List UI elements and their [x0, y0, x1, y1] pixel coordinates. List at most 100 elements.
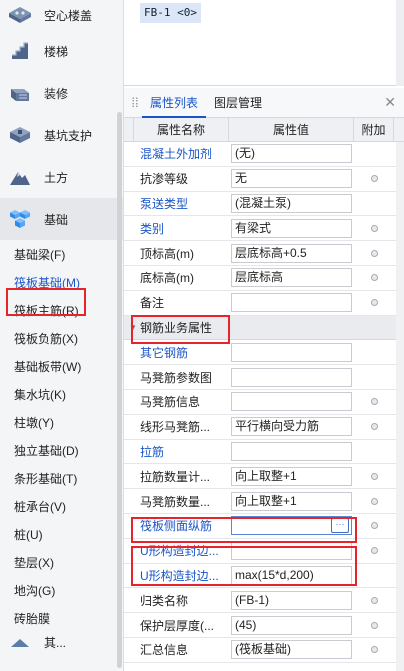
extra-checkbox-icon[interactable]: [370, 472, 378, 480]
property-extra-cell[interactable]: [354, 241, 394, 265]
category-earthwork[interactable]: 土方: [0, 156, 123, 198]
tab-layer-management[interactable]: 图层管理: [206, 88, 270, 118]
property-extra-cell[interactable]: [354, 564, 394, 588]
extra-checkbox-icon[interactable]: [370, 497, 378, 505]
property-name[interactable]: U形构造封边...: [134, 539, 229, 563]
extra-checkbox-icon[interactable]: [370, 398, 378, 406]
extra-checkbox-icon[interactable]: [370, 224, 378, 232]
property-row[interactable]: 马凳筋参数图: [124, 365, 404, 390]
property-name[interactable]: 泵送类型: [134, 192, 229, 216]
category-stairs[interactable]: 楼梯: [0, 30, 123, 72]
property-extra-cell[interactable]: [354, 167, 394, 191]
top-scrollbar[interactable]: [396, 0, 404, 86]
property-value-field[interactable]: [231, 441, 352, 461]
property-extra-cell[interactable]: [354, 588, 394, 612]
extra-checkbox-icon[interactable]: [370, 596, 378, 604]
sidebar-item-foundation-sub[interactable]: 地沟(G): [0, 576, 123, 604]
property-name[interactable]: 其它钢筋: [134, 340, 229, 364]
property-row[interactable]: U形构造封边... max(15*d,200): [124, 564, 404, 589]
sidebar-item-foundation-sub[interactable]: 基础梁(F): [0, 240, 123, 268]
property-extra-cell[interactable]: [354, 192, 394, 216]
collapse-triangle-icon[interactable]: ▼: [126, 323, 140, 332]
property-value-field[interactable]: (混凝土泵): [231, 193, 352, 213]
property-value-field[interactable]: [231, 392, 352, 412]
property-row[interactable]: 保护层厚度(... (45): [124, 613, 404, 638]
category-decoration[interactable]: 装修: [0, 72, 123, 114]
property-row[interactable]: 拉筋数量计... 向上取整+1: [124, 464, 404, 490]
property-extra-cell[interactable]: [354, 539, 394, 563]
property-name[interactable]: 类别: [134, 216, 229, 240]
property-extra-cell[interactable]: [354, 266, 394, 290]
sidebar-item-foundation-sub[interactable]: 砖胎膜: [0, 604, 123, 632]
property-value-field[interactable]: 平行横向受力筋: [231, 417, 352, 437]
property-row[interactable]: 汇总信息 (筏板基础): [124, 638, 404, 663]
property-row[interactable]: 混凝土外加剂 (无): [124, 142, 404, 167]
component-tag[interactable]: FB-1 <0>: [140, 3, 201, 23]
property-row[interactable]: 顶标高(m) 层底标高+0.5: [124, 241, 404, 266]
property-row[interactable]: 筏板侧面纵筋 ···: [124, 514, 404, 539]
property-extra-cell[interactable]: [354, 440, 394, 464]
extra-checkbox-icon[interactable]: [370, 646, 378, 654]
property-row[interactable]: U形构造封边...: [124, 539, 404, 564]
drag-grip-icon[interactable]: ⁞⁞: [128, 95, 142, 110]
category-hollow-floor[interactable]: 空心楼盖: [0, 0, 123, 30]
ellipsis-button[interactable]: ···: [331, 518, 349, 534]
extra-checkbox-icon[interactable]: [370, 274, 378, 282]
sidebar-item-foundation-sub[interactable]: 独立基础(D): [0, 436, 123, 464]
property-value-field[interactable]: [231, 367, 352, 387]
sidebar-item-foundation-sub[interactable]: 集水坑(K): [0, 380, 123, 408]
extra-checkbox-icon[interactable]: [370, 522, 378, 530]
property-value-field[interactable]: (筏板基础): [231, 640, 352, 660]
property-value-field[interactable]: 层底标高+0.5: [231, 243, 352, 263]
property-name[interactable]: U形构造封边...: [134, 564, 229, 588]
property-extra-cell[interactable]: [354, 464, 394, 488]
property-value-field[interactable]: [231, 293, 352, 313]
property-value-field[interactable]: 无: [231, 169, 352, 189]
sidebar-item-foundation-sub[interactable]: 筏板负筋(X): [0, 324, 123, 352]
extra-checkbox-icon[interactable]: [370, 547, 378, 555]
extra-checkbox-icon[interactable]: [370, 299, 378, 307]
left-scrollbar[interactable]: [117, 112, 122, 668]
sidebar-item-foundation-sub[interactable]: 筏板基础(M): [0, 268, 123, 296]
property-extra-cell[interactable]: [354, 142, 394, 166]
property-row[interactable]: 抗渗等级 无: [124, 167, 404, 192]
property-row[interactable]: 备注: [124, 291, 404, 316]
property-extra-cell[interactable]: [354, 365, 394, 389]
property-extra-cell[interactable]: [354, 340, 394, 364]
property-extra-cell[interactable]: [354, 415, 394, 439]
property-row[interactable]: 底标高(m) 层底标高: [124, 266, 404, 291]
sidebar-item-foundation-sub[interactable]: 筏板主筋(R): [0, 296, 123, 324]
property-row[interactable]: 线形马凳筋... 平行横向受力筋: [124, 415, 404, 440]
property-value-field[interactable]: 向上取整+1: [231, 491, 352, 511]
property-value-field[interactable]: 向上取整+1: [231, 466, 352, 486]
tab-property-list[interactable]: 属性列表: [142, 88, 207, 118]
property-value-field[interactable]: (FB-1): [231, 590, 352, 610]
sidebar-item-foundation-sub[interactable]: 柱墩(Y): [0, 408, 123, 436]
extra-checkbox-icon[interactable]: [370, 249, 378, 257]
property-row[interactable]: 类别 有梁式: [124, 216, 404, 242]
property-row[interactable]: 拉筋: [124, 440, 404, 465]
property-extra-cell[interactable]: [354, 216, 394, 240]
property-row[interactable]: 泵送类型 (混凝土泵): [124, 192, 404, 217]
property-extra-cell[interactable]: [354, 638, 394, 662]
property-name[interactable]: 筏板侧面纵筋: [134, 514, 229, 538]
property-value-field[interactable]: [231, 342, 352, 362]
extra-checkbox-icon[interactable]: [370, 175, 378, 183]
category-partial-bottom[interactable]: 其...: [0, 632, 123, 652]
property-value-field[interactable]: ···: [231, 516, 352, 536]
group-rebar-properties[interactable]: ▼ 钢筋业务属性: [124, 315, 404, 341]
property-value-field[interactable]: (无): [231, 144, 352, 164]
extra-checkbox-icon[interactable]: [370, 423, 378, 431]
property-value-field[interactable]: 有梁式: [231, 218, 352, 238]
category-foundation[interactable]: 基础: [0, 198, 123, 240]
property-extra-cell[interactable]: [354, 291, 394, 315]
property-extra-cell[interactable]: [354, 613, 394, 637]
property-value-field[interactable]: (45): [231, 615, 352, 635]
close-icon[interactable]: ✕: [384, 94, 396, 111]
sidebar-item-foundation-sub[interactable]: 桩(U): [0, 520, 123, 548]
property-row[interactable]: 马凳筋信息: [124, 390, 404, 415]
extra-checkbox-icon[interactable]: [370, 621, 378, 629]
property-name[interactable]: 混凝土外加剂: [134, 142, 229, 166]
property-row[interactable]: 马凳筋数量... 向上取整+1: [124, 489, 404, 514]
sidebar-item-foundation-sub[interactable]: 桩承台(V): [0, 492, 123, 520]
